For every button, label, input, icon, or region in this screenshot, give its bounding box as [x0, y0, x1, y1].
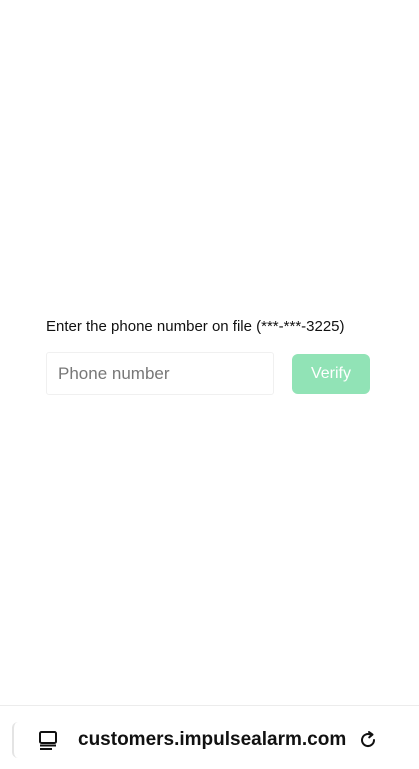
phone-number-input[interactable]: [46, 352, 274, 395]
tabs-icon[interactable]: [36, 728, 60, 752]
url-text[interactable]: customers.impulsealarm.com: [78, 728, 346, 752]
verification-form-row: Verify: [46, 352, 370, 395]
browser-address-bar: customers.impulsealarm.com: [0, 705, 419, 769]
page: Enter the phone number on file (***-***-…: [0, 0, 419, 769]
reload-icon[interactable]: [356, 728, 380, 752]
verification-prompt: Enter the phone number on file (***-***-…: [46, 318, 345, 335]
edge-handle: [12, 722, 20, 758]
verify-button[interactable]: Verify: [292, 353, 370, 394]
phone-verification-form: Enter the phone number on file (***-***-…: [46, 318, 370, 395]
